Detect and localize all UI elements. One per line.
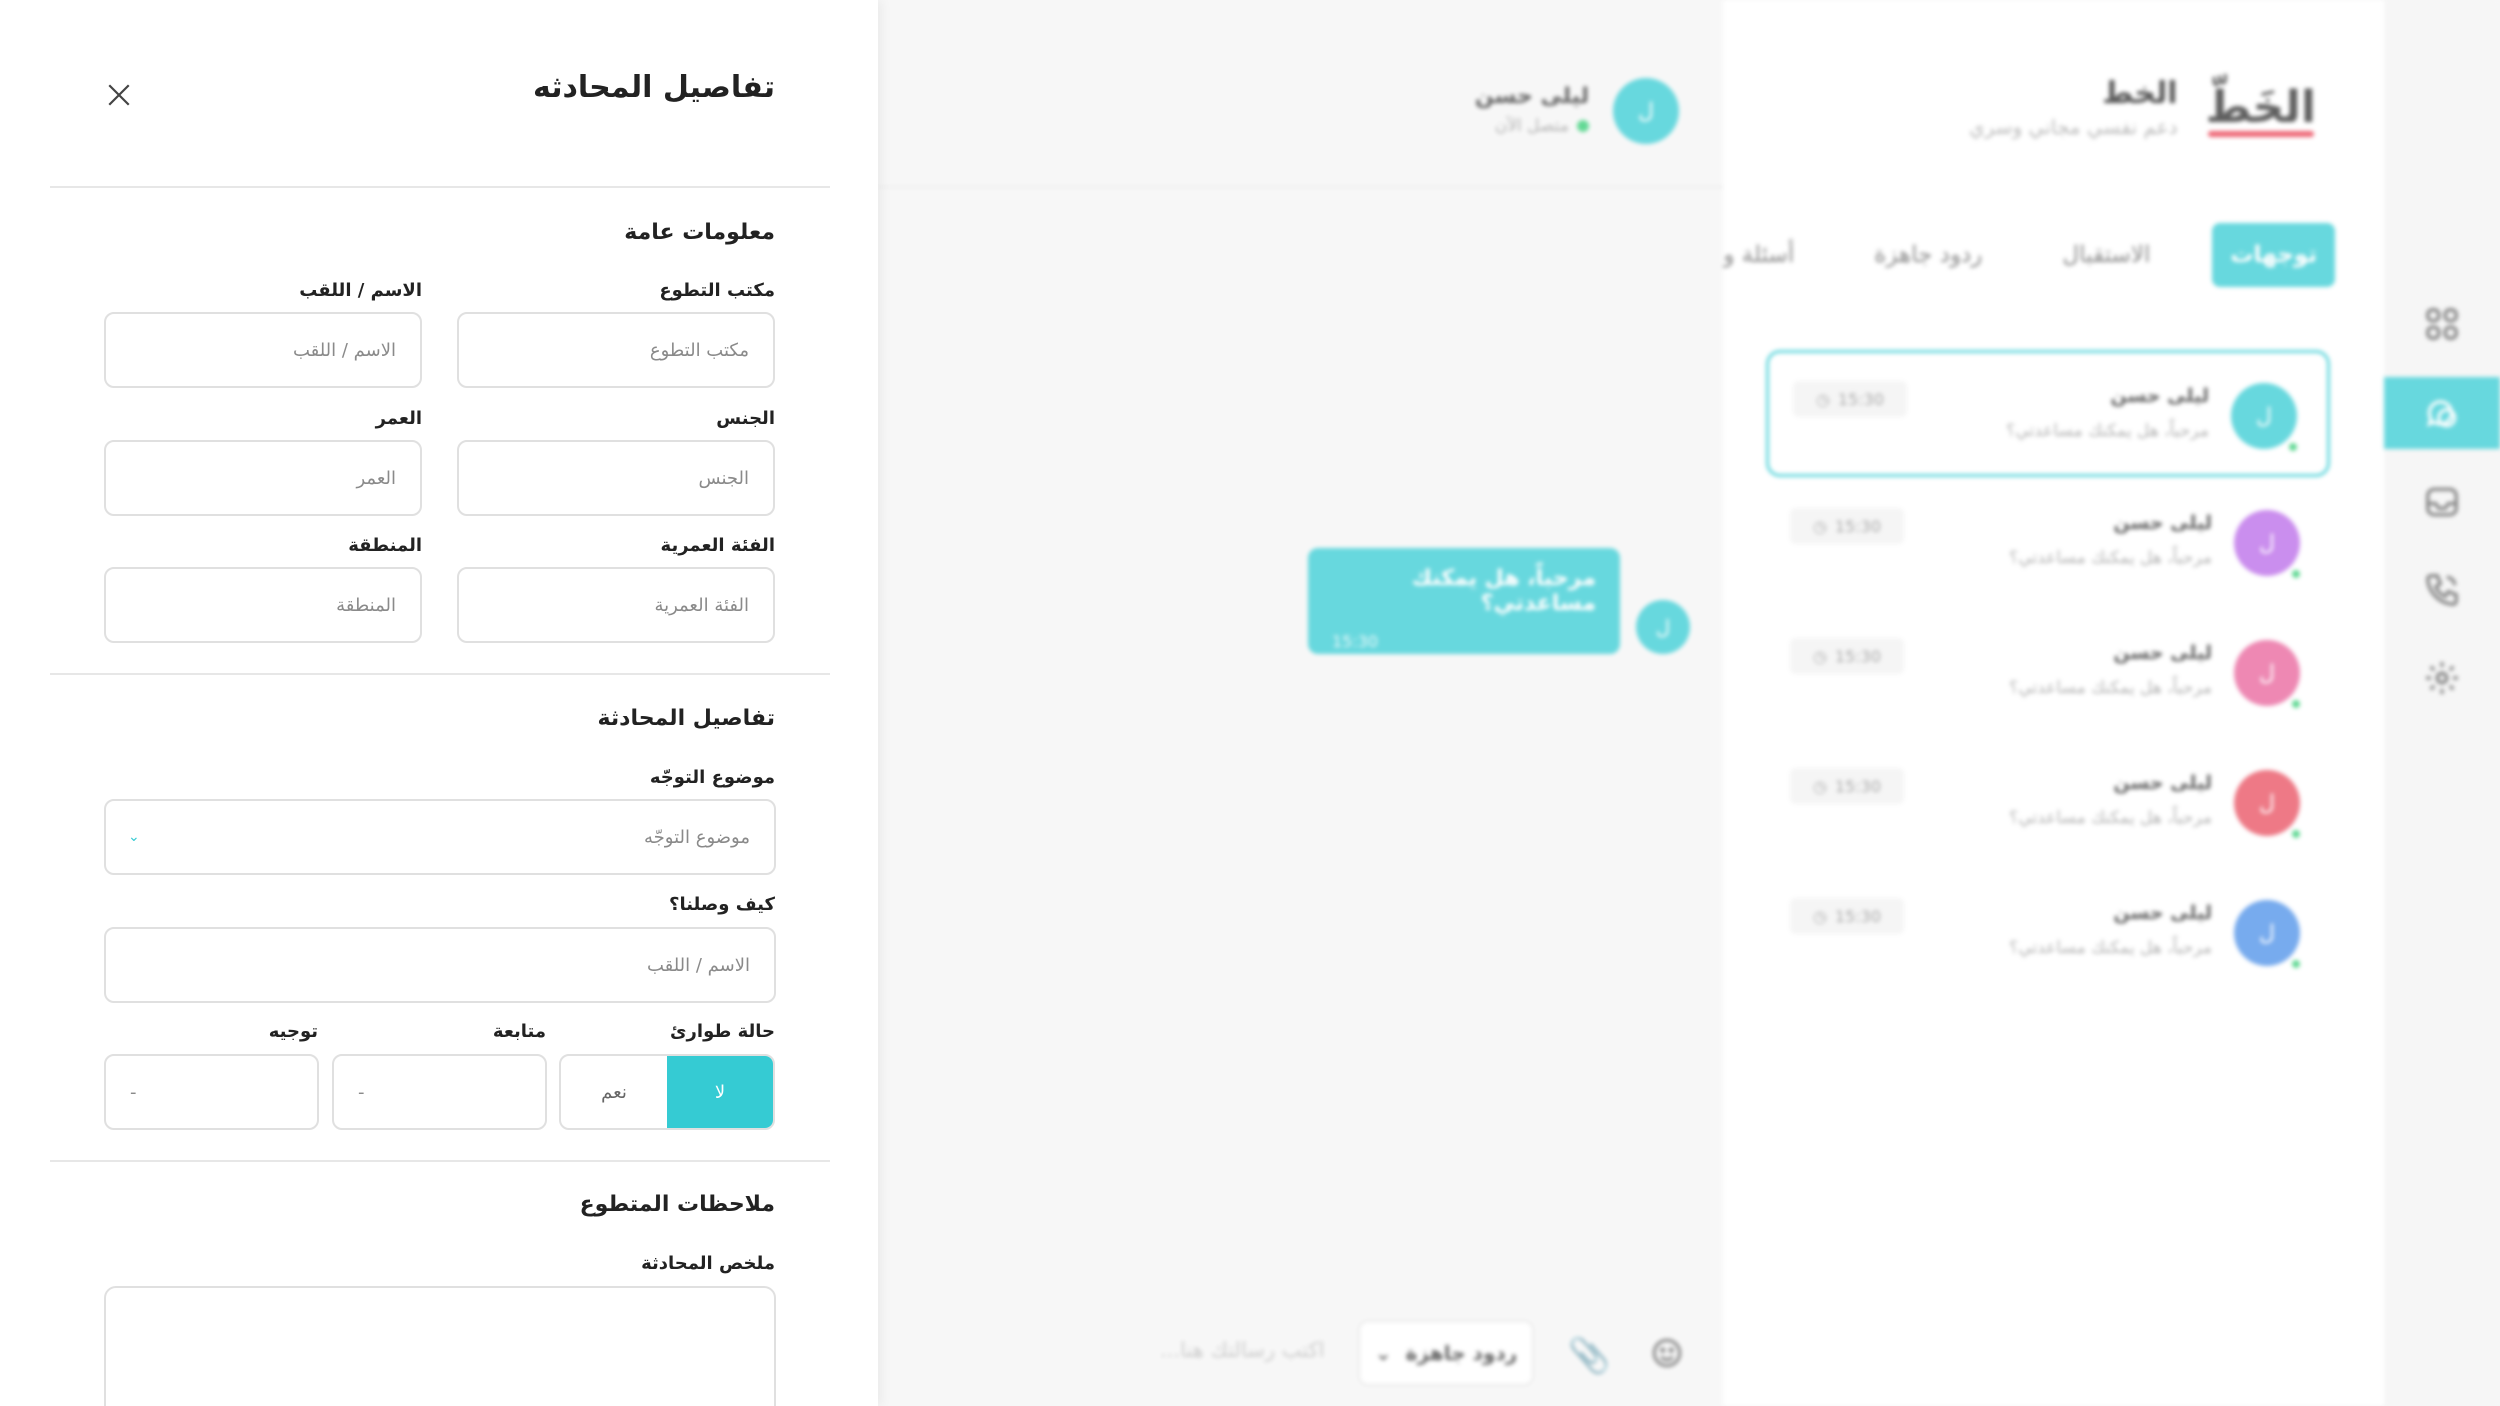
referral-value: - xyxy=(130,1081,137,1103)
conversation-details-drawer: تفاصيل المحادثه معلومات عامة مكتب التطوع… xyxy=(0,0,878,1406)
age-label: العمر xyxy=(375,408,422,429)
drawer-title: تفاصيل المحادثه xyxy=(533,70,775,105)
age-group-label: الفئة العمرية xyxy=(660,535,775,556)
followup-label: متابعة xyxy=(492,1021,546,1042)
topic-label: موضوع التوجّه xyxy=(649,767,775,788)
section-notes-title: ملاحظات المتطوع xyxy=(579,1192,775,1217)
name-field[interactable] xyxy=(104,312,422,388)
age-field[interactable] xyxy=(104,440,422,516)
section-general-title: معلومات عامة xyxy=(624,220,775,245)
divider xyxy=(50,1160,830,1162)
emergency-label: حالة طوارئ xyxy=(670,1021,775,1042)
office-field[interactable] xyxy=(457,312,775,388)
divider xyxy=(50,186,830,188)
close-button[interactable] xyxy=(100,76,138,114)
name-label: الاسم / اللقب xyxy=(299,280,422,301)
region-field[interactable] xyxy=(104,567,422,643)
modal-overlay[interactable] xyxy=(878,0,2500,1406)
office-label: مكتب التطوع xyxy=(659,280,775,301)
how-reached-field[interactable] xyxy=(104,927,776,1003)
divider xyxy=(50,673,830,675)
referral-label: توجيه xyxy=(268,1021,318,1042)
how-reached-label: كيف وصلنا؟ xyxy=(669,894,775,915)
gender-label: الجنس xyxy=(716,408,775,429)
followup-value: - xyxy=(358,1081,365,1103)
summary-textarea[interactable] xyxy=(104,1286,776,1406)
emergency-toggle[interactable]: لا نعم xyxy=(559,1054,775,1130)
summary-label: ملخص المحادثة xyxy=(641,1253,775,1274)
emergency-yes-option[interactable]: نعم xyxy=(561,1056,667,1128)
topic-select-value: موضوع التوجّه xyxy=(644,826,750,848)
topic-select[interactable]: موضوع التوجّه ⌄ xyxy=(104,799,776,875)
section-conversation-title: تفاصيل المحادثة xyxy=(597,706,775,731)
emergency-no-option[interactable]: لا xyxy=(667,1056,773,1128)
gender-field[interactable] xyxy=(457,440,775,516)
referral-select[interactable]: - xyxy=(104,1054,319,1130)
followup-select[interactable]: - xyxy=(332,1054,547,1130)
age-group-field[interactable] xyxy=(457,567,775,643)
chevron-down-icon: ⌄ xyxy=(128,829,140,845)
close-icon xyxy=(108,84,130,106)
region-label: المنطقة xyxy=(348,535,422,556)
